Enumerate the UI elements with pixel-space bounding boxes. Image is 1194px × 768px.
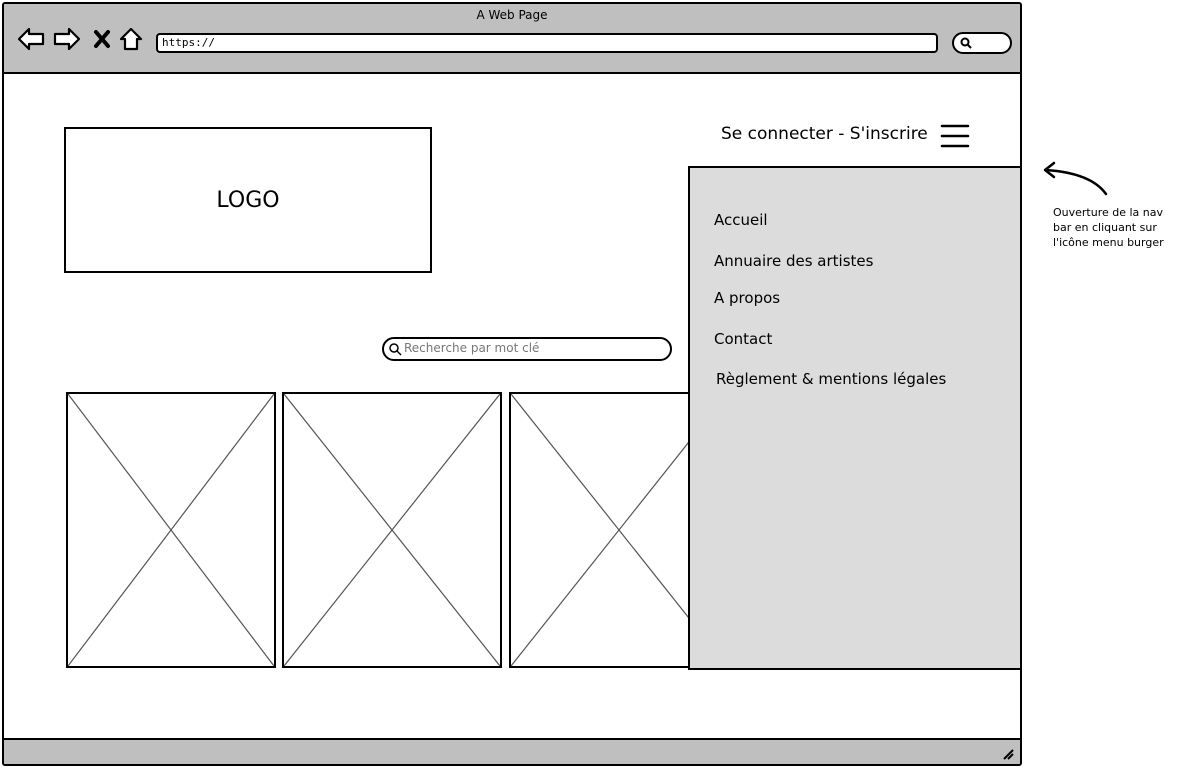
annotation-line: Ouverture de la nav: [1053, 206, 1164, 219]
annotation-arrow-icon: [1043, 161, 1108, 196]
annotation-line: bar en cliquant sur: [1053, 221, 1157, 234]
nav-item-contact[interactable]: Contact: [714, 330, 772, 348]
nav-item-accueil[interactable]: Accueil: [714, 211, 768, 229]
auth-link[interactable]: Se connecter - S'inscrire: [721, 124, 928, 144]
image-placeholder-icon: [284, 394, 500, 666]
resize-grip-icon[interactable]: [1000, 746, 1014, 760]
image-placeholder[interactable]: [66, 392, 276, 668]
annotation-note: Ouverture de la nav bar en cliquant sur …: [1053, 205, 1193, 250]
nav-item-annuaire[interactable]: Annuaire des artistes: [714, 252, 873, 270]
search-icon: [960, 37, 972, 49]
browser-toolbar: A Web Page https://: [4, 4, 1020, 74]
logo-placeholder: LOGO: [64, 127, 432, 273]
nav-item-reglement[interactable]: Règlement & mentions légales: [716, 370, 946, 388]
home-icon[interactable]: [118, 26, 144, 52]
nav-item-a-propos[interactable]: A propos: [714, 289, 780, 307]
search-placeholder: Recherche par mot clé: [404, 341, 540, 355]
window-title: A Web Page: [476, 8, 548, 22]
image-placeholder[interactable]: [282, 392, 502, 668]
back-arrow-icon[interactable]: [16, 26, 46, 52]
browser-search-button[interactable]: [952, 32, 1012, 54]
address-bar[interactable]: https://: [156, 33, 938, 53]
burger-menu-icon[interactable]: [940, 122, 970, 150]
close-icon[interactable]: [92, 26, 112, 52]
logo-text: LOGO: [216, 187, 280, 213]
search-input[interactable]: Recherche par mot clé: [382, 337, 672, 361]
image-placeholder-icon: [68, 394, 274, 666]
nav-drawer: Accueil Annuaire des artistes A propos C…: [688, 166, 1022, 670]
search-icon: [389, 343, 402, 356]
forward-arrow-icon[interactable]: [52, 26, 82, 52]
status-bar: [4, 738, 1020, 764]
annotation-line: l'icône menu burger: [1053, 236, 1164, 249]
